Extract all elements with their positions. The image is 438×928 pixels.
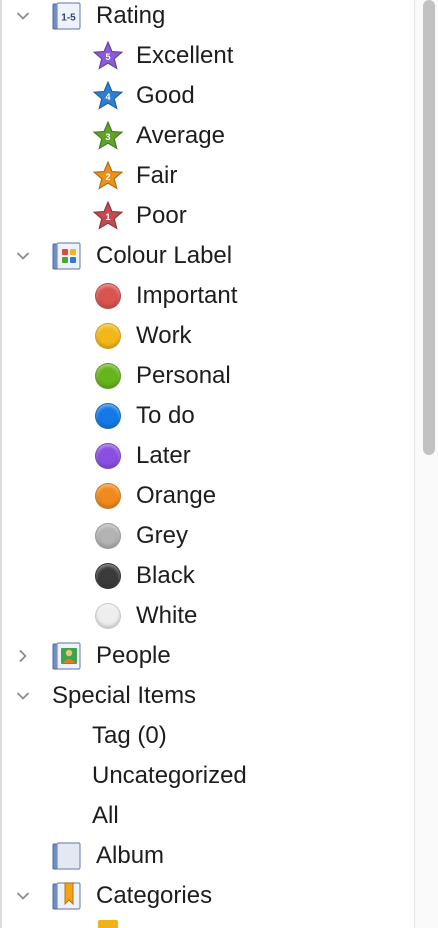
tree-item-to-do[interactable]: To do [0,396,414,436]
chevron-down-icon[interactable] [13,6,33,26]
tree-item-label: Average [136,122,225,149]
partial-category-icon [98,920,118,928]
tree-item-fair[interactable]: 2 Fair [0,156,414,196]
star-4-icon: 4 [92,80,124,112]
tree-item-label: Grey [136,522,189,549]
tree-item-excellent[interactable]: 5 Excellent [0,36,414,76]
star-3-icon: 3 [92,120,124,152]
tree-item-label: Uncategorized [92,762,247,789]
tree-item-label: Orange [136,482,217,509]
tree-item-label: Poor [136,202,187,229]
tree-item-uncategorized[interactable]: Uncategorized [0,756,414,796]
tree-item-personal[interactable]: Personal [0,356,414,396]
scrollbar-thumb[interactable] [423,0,435,455]
tree-group-album[interactable]: Album [0,836,414,876]
star-1-icon: 1 [92,200,124,232]
album-book-icon [50,840,82,872]
tree-group-special-items[interactable]: Special Items [0,676,414,716]
grey-circle-icon [92,520,124,552]
colour-label-book-icon [50,240,82,272]
white-circle-icon [92,600,124,632]
tree-item-label: Black [136,562,195,589]
chevron-down-icon[interactable] [13,686,33,706]
people-book-icon [50,640,82,672]
tree-item-black[interactable]: Black [0,556,414,596]
tree-item-label: Excellent [136,42,234,69]
tree-item-label: Tag (0) [92,722,167,749]
tree-item-good[interactable]: 4 Good [0,76,414,116]
tree-group-label: Rating [96,2,166,29]
star-value: 1 [105,212,110,222]
star-value: 2 [105,172,110,182]
tree-item-label: All [92,802,119,829]
chevron-down-icon[interactable] [13,886,33,906]
tree-item-tag[interactable]: Tag (0) [0,716,414,756]
tree-group-people[interactable]: People [0,636,414,676]
star-value: 4 [105,92,110,102]
star-value: 5 [105,52,110,62]
rating-badge-text: 1-5 [61,13,76,24]
tree-group-categories[interactable]: Categories [0,876,414,916]
tree-item-work[interactable]: Work [0,316,414,356]
tree-item-label: Important [136,282,238,309]
chevron-down-icon[interactable] [13,246,33,266]
purple-circle-icon [92,440,124,472]
tree-group-label: Colour Label [96,242,233,269]
tree-item-label: Fair [136,162,178,189]
tree-group-rating[interactable]: 1-5 Rating [0,0,414,36]
tree-item-poor[interactable]: 1 Poor [0,196,414,236]
tree-item-important[interactable]: Important [0,276,414,316]
tree-item-average[interactable]: 3 Average [0,116,414,156]
tree-group-label: Categories [96,882,213,909]
tree-item-label: Good [136,82,195,109]
tree-group-label: Album [96,842,165,869]
rating-book-icon: 1-5 [50,0,82,32]
star-5-icon: 5 [92,40,124,72]
tree-item-later[interactable]: Later [0,436,414,476]
yellow-circle-icon [92,320,124,352]
tree-item-label: Work [136,322,192,349]
tree-group-colour-label[interactable]: Colour Label [0,236,414,276]
red-circle-icon [92,280,124,312]
tree-item-label: White [136,602,198,629]
tree-item-grey[interactable]: Grey [0,516,414,556]
tree-group-label: People [96,642,171,669]
black-circle-icon [92,560,124,592]
categories-book-icon [50,880,82,912]
tree-item-label: Personal [136,362,231,389]
tree-item-white[interactable]: White [0,596,414,636]
green-circle-icon [92,360,124,392]
catalog-tree-panel: 1-5 Rating 5 Excellent 4 Good 3 Average … [0,0,438,928]
orange-circle-icon [92,480,124,512]
chevron-right-icon[interactable] [13,646,33,666]
tree-item-orange[interactable]: Orange [0,476,414,516]
tree-item-label: To do [136,402,195,429]
star-2-icon: 2 [92,160,124,192]
tree-item-label: Later [136,442,191,469]
star-value: 3 [105,132,110,142]
tree-group-label: Special Items [52,682,197,709]
blue-circle-icon [92,400,124,432]
tree-item-all[interactable]: All [0,796,414,836]
